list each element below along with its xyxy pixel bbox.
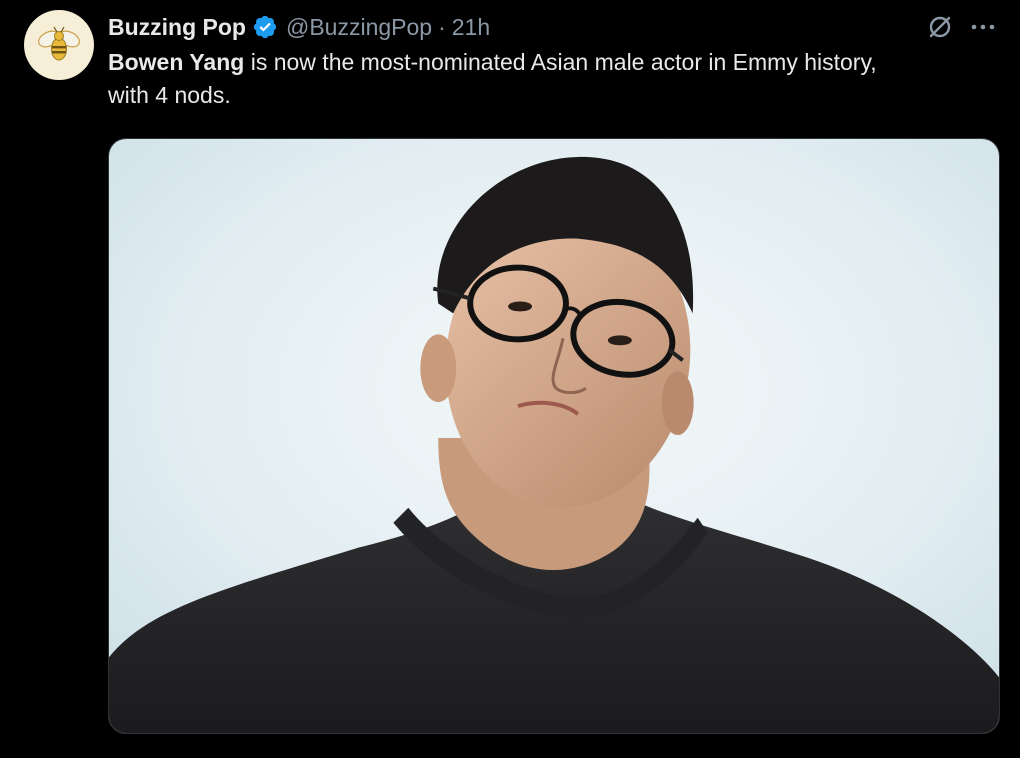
tweet-text-line2: with 4 nods. bbox=[108, 82, 231, 108]
grok-icon[interactable] bbox=[926, 13, 954, 41]
separator-dot: · bbox=[438, 13, 446, 40]
tweet-text: Bowen Yang is now the most-nominated Asi… bbox=[108, 46, 1008, 112]
bee-icon bbox=[38, 26, 80, 61]
verified-badge-icon[interactable] bbox=[252, 14, 278, 40]
avatar[interactable] bbox=[24, 10, 94, 80]
portrait-photo bbox=[109, 139, 999, 733]
mentioned-name: Bowen Yang bbox=[108, 49, 245, 75]
tweet-photo[interactable] bbox=[108, 138, 1000, 734]
more-options-icon[interactable] bbox=[968, 14, 998, 40]
author-display-name[interactable]: Buzzing Pop bbox=[108, 14, 246, 41]
timestamp[interactable]: 21h bbox=[452, 14, 490, 41]
tweet-header: Buzzing Pop @BuzzingPop · 21h bbox=[108, 10, 490, 44]
tweet: Buzzing Pop @BuzzingPop · 21h Bowen Yang… bbox=[0, 0, 1020, 758]
tweet-text-line1: is now the most-nominated Asian male act… bbox=[244, 49, 877, 75]
author-handle[interactable]: @BuzzingPop bbox=[286, 14, 432, 41]
